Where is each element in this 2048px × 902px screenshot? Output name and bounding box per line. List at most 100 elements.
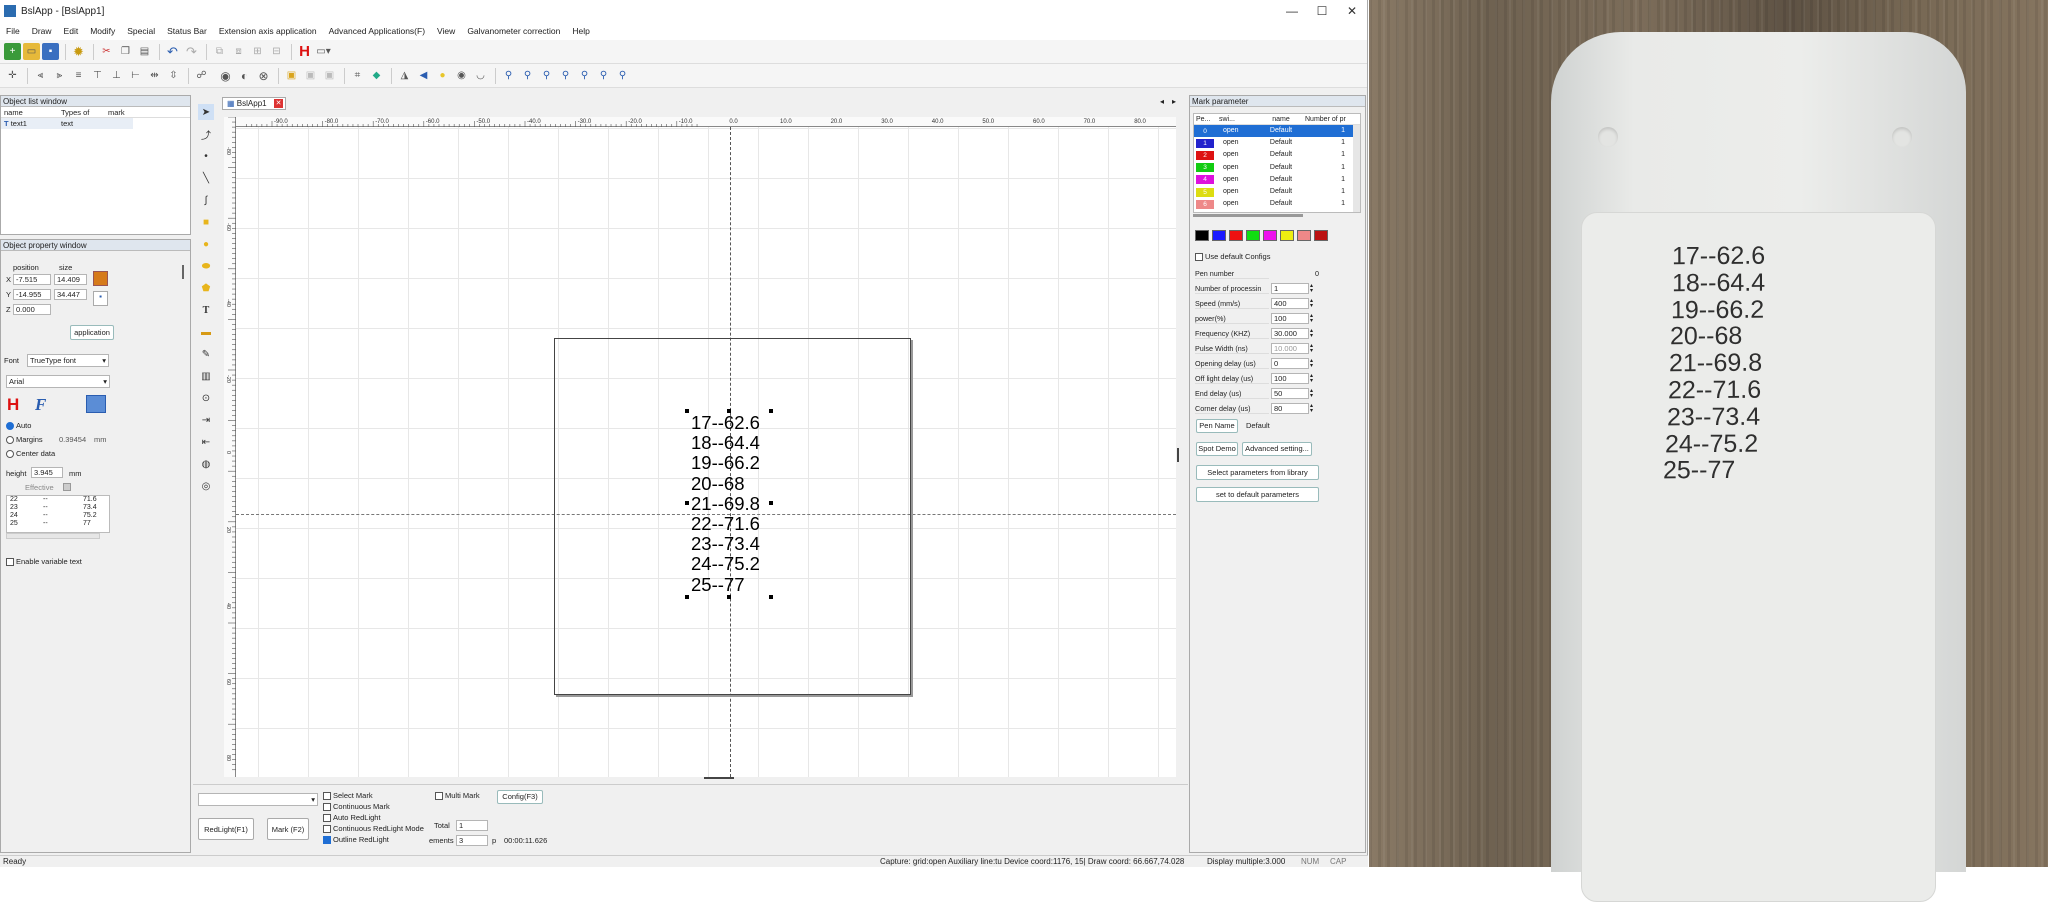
redo-icon[interactable]: ↷ — [183, 43, 200, 60]
menu-galvanometer-correction[interactable]: Galvanometer correction — [461, 26, 566, 36]
new-file-icon[interactable]: + — [4, 43, 21, 60]
size-h-input[interactable]: 34.447 — [54, 289, 87, 300]
elements-input[interactable]: 3 — [456, 835, 488, 846]
selection-handle[interactable] — [685, 409, 689, 413]
document-tab[interactable]: ▦ BslApp1 ✕ — [222, 97, 286, 110]
spin-icon[interactable]: ▴ ▾ — [1310, 313, 1313, 324]
color-swatch[interactable] — [1280, 230, 1294, 241]
selection-handle[interactable] — [769, 409, 773, 413]
continuous-redlight-checkbox[interactable] — [323, 825, 331, 834]
pen-row[interactable]: 6 open Default 1 — [1194, 198, 1360, 210]
text-tool-icon[interactable]: T — [198, 302, 214, 318]
multi-mark-checkbox[interactable] — [435, 792, 443, 801]
position-z-input[interactable]: 0.000 — [13, 304, 51, 315]
zoom-out-icon[interactable]: ⚲ — [538, 67, 555, 84]
device-dropdown-icon[interactable]: ▭▾ — [315, 43, 332, 60]
point-tool-icon[interactable]: • — [198, 148, 214, 164]
pen-row[interactable]: 4 open Default 1 — [1194, 174, 1360, 186]
config-button[interactable]: Config(F3) — [497, 790, 543, 804]
height-input[interactable]: 3.945 — [31, 467, 63, 478]
menu-edit[interactable]: Edit — [58, 26, 85, 36]
menu-modify[interactable]: Modify — [84, 26, 121, 36]
minimize-button[interactable]: — — [1277, 4, 1307, 18]
unlock-icon[interactable]: ▣ — [302, 67, 319, 84]
font-type-select[interactable]: TrueType font ▾ — [27, 354, 109, 367]
spin-icon[interactable]: ▴ ▾ — [1310, 298, 1313, 309]
position-y-input[interactable]: -14.955 — [13, 289, 51, 300]
param-input[interactable]: 30.000 — [1271, 328, 1309, 339]
mark-button[interactable]: Mark (F2) — [267, 818, 309, 840]
center-data-radio[interactable] — [6, 450, 14, 459]
application-button[interactable]: application — [70, 325, 114, 340]
measure-icon[interactable]: ⌗ — [349, 67, 366, 84]
group-icon[interactable]: ⧉ — [211, 43, 228, 60]
node-edit-icon[interactable]: ☍ — [193, 67, 210, 84]
select-from-library-button[interactable]: Select parameters from library — [1196, 465, 1319, 480]
canvas-bottom-scroll-marker[interactable] — [704, 777, 734, 779]
pen-row[interactable]: 1 open Default 1 — [1194, 137, 1360, 149]
bulb-icon[interactable]: ● — [434, 67, 451, 84]
barcode-tool-icon[interactable]: ▥ — [198, 368, 214, 384]
distribute-h-icon[interactable]: ⇹ — [146, 67, 163, 84]
settings-gear-icon[interactable]: ✹ — [70, 43, 87, 60]
cut-icon[interactable]: ✂ — [98, 43, 115, 60]
spin-icon[interactable]: ▴ ▾ — [1310, 373, 1313, 384]
canvas-right-scroll-marker[interactable] — [1177, 448, 1179, 462]
lock-icon[interactable]: ▣ — [283, 67, 300, 84]
save-icon[interactable]: ▪ — [42, 43, 59, 60]
param-input[interactable]: 50 — [1271, 388, 1309, 399]
zoom-select-icon[interactable]: ⚲ — [595, 67, 612, 84]
list-item[interactable]: 24 -- 75.2 — [7, 512, 109, 520]
color-swatch[interactable] — [1229, 230, 1243, 241]
param-input[interactable]: 1 — [1271, 283, 1309, 294]
size-w-input[interactable]: 14.409 — [54, 274, 87, 285]
close-window-button[interactable]: ✕ — [1337, 4, 1367, 18]
color-swatch[interactable] — [1212, 230, 1226, 241]
advanced-settings-button[interactable]: Advanced setting... — [1242, 442, 1312, 456]
param-input[interactable]: 10.000 — [1271, 343, 1309, 354]
select-color-icon[interactable]: ◆ — [368, 67, 385, 84]
tab-scroll-right-icon[interactable]: ▸ — [1172, 97, 1176, 106]
ungroup-icon[interactable]: ⧈ — [230, 43, 247, 60]
mirror-h-icon[interactable]: ◮ — [396, 67, 413, 84]
paste-icon[interactable]: ▤ — [136, 43, 153, 60]
font-name-select[interactable]: Arial ▾ — [6, 375, 110, 388]
pen-row[interactable]: 5 open Default 1 — [1194, 186, 1360, 198]
tab-scroll-left-icon[interactable]: ◂ — [1160, 97, 1164, 106]
menu-extension-axis[interactable]: Extension axis application — [213, 26, 323, 36]
pen-list-scrollbar[interactable] — [1353, 125, 1360, 212]
auto-redlight-checkbox[interactable] — [323, 814, 331, 823]
align-top-icon[interactable]: ⊤ — [89, 67, 106, 84]
color-swatch[interactable] — [1246, 230, 1260, 241]
zoom-in-icon[interactable]: ⚲ — [519, 67, 536, 84]
menu-file[interactable]: File — [0, 26, 26, 36]
param-input[interactable]: 0 — [1271, 358, 1309, 369]
spin-icon[interactable]: ▴ ▾ — [1310, 328, 1313, 339]
anchor-point-icon[interactable]: ▪ — [93, 291, 108, 306]
spin-icon[interactable]: ▴ ▾ — [1310, 388, 1313, 399]
zoom-fit-icon[interactable]: ⚲ — [557, 67, 574, 84]
mirror-v-icon[interactable]: ◀ — [415, 67, 432, 84]
bitmap-tool-icon[interactable]: ▬ — [198, 324, 214, 340]
undo-icon[interactable]: ↶ — [164, 43, 181, 60]
text-lines-list[interactable]: 22 -- 71.6 23 -- 73.4 24 -- 75.2 25 -- 77 — [6, 495, 110, 533]
hatch-icon[interactable]: H — [7, 395, 19, 415]
spot-demo-button[interactable]: Spot Demo — [1196, 442, 1238, 456]
align-middle-icon[interactable]: ⊢ — [127, 67, 144, 84]
spin-icon[interactable]: ▴ ▾ — [1310, 343, 1313, 354]
list-scrollbar[interactable] — [6, 533, 100, 539]
align-center-icon[interactable]: ≡ — [70, 67, 87, 84]
text-settings-icon[interactable] — [86, 395, 106, 413]
pen-list-hscroll[interactable] — [1193, 214, 1303, 217]
position-x-input[interactable]: -7.515 — [13, 274, 51, 285]
set-default-parameters-button[interactable]: set to default parameters — [1196, 487, 1319, 502]
zoom-page-icon[interactable]: ⚲ — [614, 67, 631, 84]
menu-help[interactable]: Help — [566, 26, 595, 36]
pen-name-button[interactable]: Pen Name — [1196, 419, 1238, 433]
spiral-tool-icon[interactable]: ◎ — [198, 478, 214, 494]
param-input[interactable]: 100 — [1271, 313, 1309, 324]
spin-icon[interactable]: ▴ ▾ — [1310, 403, 1313, 414]
list-item[interactable]: 23 -- 73.4 — [7, 504, 109, 512]
split-icon[interactable]: ⊟ — [268, 43, 285, 60]
list-item[interactable]: 22 -- 71.6 — [7, 496, 109, 504]
